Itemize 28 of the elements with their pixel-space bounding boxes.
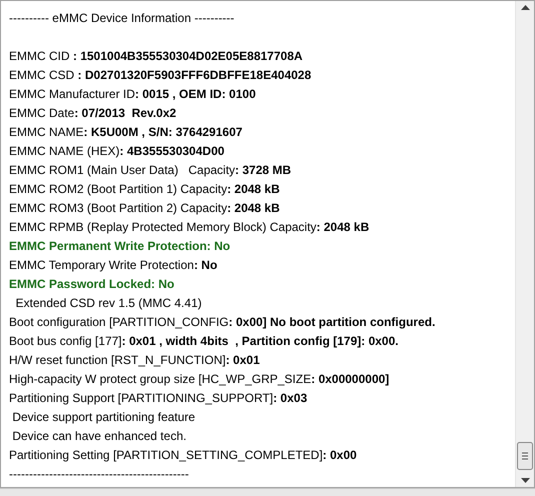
- info-line: EMMC RPMB (Replay Protected Memory Block) Capacity: 2048 kB: [9, 219, 370, 236]
- info-line: EMMC Date: 07/2013 Rev.0x2: [9, 105, 176, 122]
- info-line: EMMC Manufacturer ID: 0015 , OEM ID: 0100: [9, 86, 256, 103]
- info-line: EMMC NAME (HEX): 4B355530304D00: [9, 143, 224, 160]
- info-line: Extended CSD rev 1.5 (MMC 4.41): [14, 295, 202, 312]
- info-line: Partitioning Support [PARTITIONING_SUPPORT]: 0x03: [9, 390, 308, 407]
- info-line: Device can have enhanced tech.: [11, 428, 186, 445]
- info-line: EMMC Password Locked: No: [9, 276, 174, 293]
- info-line: EMMC Permanent Write Protection: No: [9, 238, 230, 255]
- info-line: EMMC CSD : D02701320F5903FFF6DBFFE18E404028: [9, 67, 312, 84]
- info-line: EMMC Temporary Write Protection: No: [9, 257, 218, 274]
- info-line: Boot configuration [PARTITION_CONFIG: 0x00] No boot partition configured.: [9, 314, 436, 331]
- info-line: EMMC ROM2 (Boot Partition 1) Capacity: 2048 kB: [9, 181, 280, 198]
- scrollbar[interactable]: [515, 1, 534, 487]
- scroll-up-arrow-icon[interactable]: [520, 5, 530, 10]
- info-line: H/W reset function [RST_N_FUNCTION]: 0x01: [9, 352, 260, 369]
- info-line: EMMC CID : 1501004B355530304D02E05E8817708A: [9, 48, 303, 65]
- info-line: EMMC NAME: K5U00M , S/N: 3764291607: [9, 124, 242, 141]
- info-line: Boot bus config [177]: 0x01 , width 4bits , Partition config [179]: 0x00.: [9, 333, 398, 350]
- scroll-down-arrow-icon[interactable]: [520, 478, 530, 483]
- info-line: Device support partitioning feature: [11, 409, 196, 426]
- section-heading: ---------- eMMC Device Information ----------: [9, 10, 234, 27]
- info-line: Partitioning Setting [PARTITION_SETTING_COMPLETED]: 0x00: [9, 447, 357, 464]
- info-line: EMMC ROM1 (Main User Data) Capacity: 3728 MB: [9, 162, 292, 179]
- info-line: High-capacity W protect group size [HC_WP_GRP_SIZE: 0x00000000]: [9, 371, 390, 388]
- info-line: ---------------------------------------------: [9, 466, 189, 483]
- scroll-thumb[interactable]: [517, 442, 533, 470]
- info-line: EMMC ROM3 (Boot Partition 2) Capacity: 2048 kB: [9, 200, 280, 217]
